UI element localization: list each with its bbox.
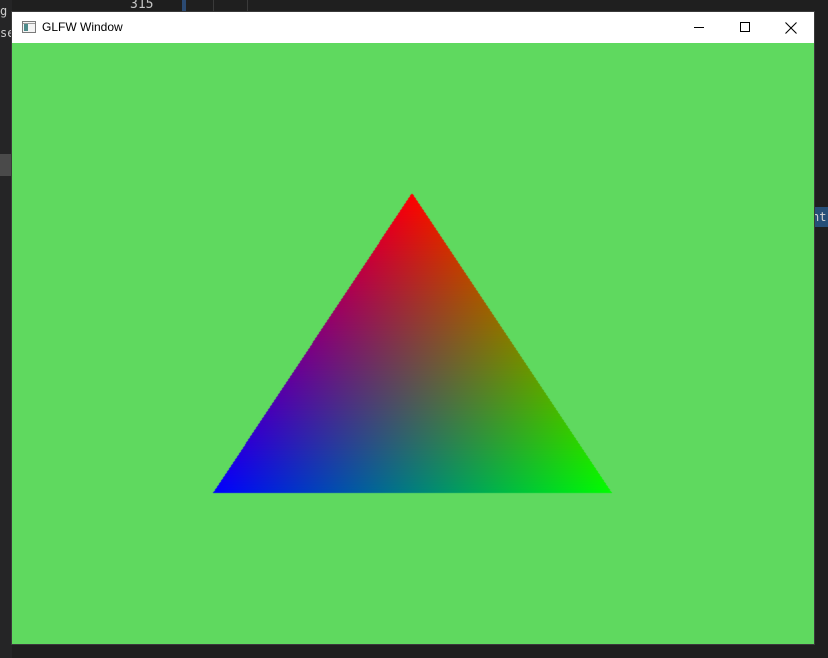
close-icon	[785, 22, 797, 34]
background-sidebar-highlight	[0, 154, 12, 176]
background-editor-sidebar	[0, 0, 12, 658]
window-titlebar[interactable]: GLFW Window	[12, 12, 814, 43]
opengl-viewport[interactable]	[12, 43, 814, 644]
close-button[interactable]	[768, 12, 814, 43]
background-code-fragment: nt	[812, 207, 828, 227]
window-title: GLFW Window	[42, 20, 123, 34]
minimize-button[interactable]	[676, 12, 722, 43]
minimize-icon	[694, 27, 704, 28]
background-sidebar-text-1: g	[0, 4, 8, 18]
maximize-icon	[740, 22, 750, 32]
app-window-icon	[22, 21, 36, 33]
desktop-screen: g se 315 nt GLFW Window	[0, 0, 828, 658]
rgb-triangle	[12, 43, 814, 644]
glfw-window[interactable]: GLFW Window	[12, 12, 814, 644]
maximize-button[interactable]	[722, 12, 768, 43]
